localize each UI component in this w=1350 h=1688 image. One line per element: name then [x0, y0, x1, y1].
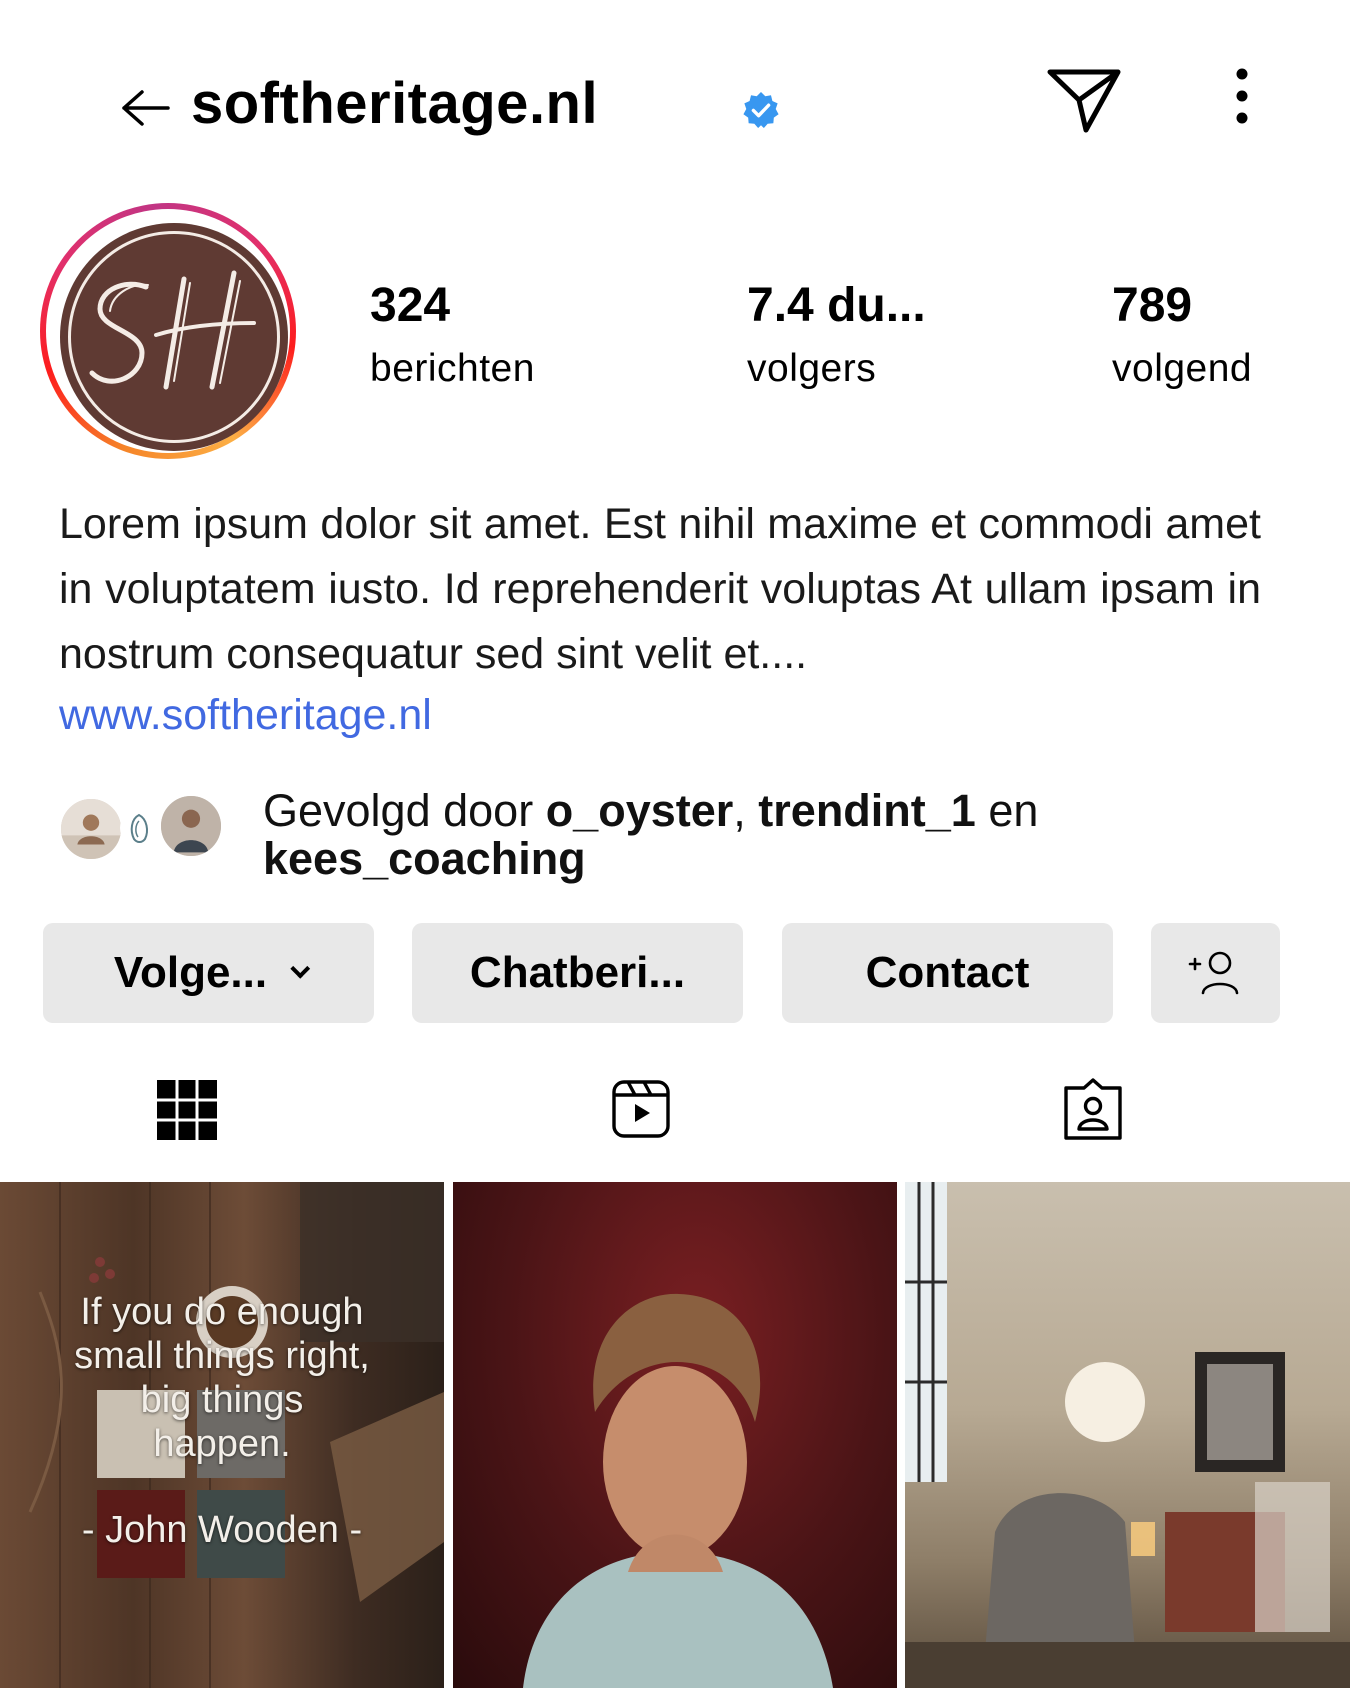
- quote-line: If you do enough: [80, 1291, 364, 1333]
- person-photo-icon: [61, 799, 121, 859]
- story-ring[interactable]: [40, 203, 296, 459]
- post-image: [523, 1293, 833, 1688]
- stat-followers-value: 7.4 du...: [747, 279, 926, 332]
- follower-avatar: [120, 809, 158, 847]
- stat-followers-label: volgers: [747, 347, 877, 390]
- post-quote: If you do enough small things right, big…: [0, 1290, 444, 1466]
- profile-bio: Lorem ipsum dolor sit amet. Est nihil ma…: [59, 500, 1261, 678]
- reels-icon: [612, 1080, 670, 1138]
- oyster-logo-icon: [130, 813, 148, 843]
- stat-following-label: volgend: [1112, 347, 1253, 390]
- suggested-accounts-button[interactable]: [1151, 923, 1280, 1023]
- stat-following-value: 789: [1112, 279, 1193, 332]
- message-button-label: Chatberi...: [469, 948, 686, 997]
- stat-posts-label: berichten: [370, 347, 535, 390]
- follower-name: o_oyster: [545, 785, 734, 836]
- chevron-down-icon: [290, 958, 311, 979]
- following-button-label: Volge...: [113, 948, 268, 997]
- person-photo-icon: [161, 796, 221, 856]
- paper-plane-icon[interactable]: [1046, 66, 1124, 136]
- quote-line: big things: [140, 1379, 304, 1421]
- followed-by-text[interactable]: Gevolgd door o_oyster, trendint_1 en kees…: [263, 787, 1263, 883]
- tagged-icon: [1064, 1078, 1122, 1140]
- profile-header: softheritage.nl: [0, 0, 1350, 180]
- post-image: [905, 1182, 1350, 1688]
- more-vertical-icon[interactable]: [1228, 66, 1256, 126]
- followed-by-separator: ,: [733, 785, 759, 836]
- profile-link[interactable]: www.softheritage.nl: [59, 687, 432, 743]
- stat-posts-value: 324: [370, 279, 451, 332]
- avatar: [60, 223, 288, 451]
- grid-icon: [157, 1080, 217, 1140]
- profile-username: softheritage.nl: [191, 71, 599, 136]
- sh-logo-icon: [89, 270, 256, 390]
- post-thumbnail[interactable]: If you do enough small things right, big…: [0, 1182, 444, 1688]
- stat-followers[interactable]: 7.4 du... volgers: [747, 278, 926, 392]
- tab-reels[interactable]: [606, 1075, 676, 1145]
- quote-author: - John Wooden -: [81, 1509, 363, 1551]
- followed-by-prefix: Gevolgd door: [263, 785, 546, 836]
- contact-button[interactable]: Contact: [782, 923, 1113, 1023]
- post-thumbnail[interactable]: [453, 1182, 897, 1688]
- follower-avatar: [58, 796, 124, 862]
- verified-badge-icon: [743, 91, 779, 129]
- tab-tagged[interactable]: [1058, 1075, 1128, 1145]
- follower-name: kees_coaching: [263, 833, 586, 884]
- tab-grid[interactable]: [152, 1075, 222, 1145]
- arrow-left-icon[interactable]: [120, 86, 172, 130]
- quote-line: small things right,: [74, 1335, 370, 1377]
- followed-by-conjunction: en: [975, 785, 1039, 836]
- follower-name: trendint_1: [758, 785, 976, 836]
- follower-avatar: [158, 793, 224, 859]
- quote-line: happen.: [153, 1423, 291, 1465]
- add-person-icon: [1188, 951, 1238, 995]
- post-thumbnail[interactable]: [905, 1182, 1350, 1688]
- following-button[interactable]: Volge...: [43, 923, 374, 1023]
- message-button[interactable]: Chatberi...: [412, 923, 743, 1023]
- stat-posts[interactable]: 324 berichten: [370, 278, 535, 392]
- stat-following[interactable]: 789 volgend: [1112, 278, 1252, 392]
- contact-button-label: Contact: [865, 948, 1030, 997]
